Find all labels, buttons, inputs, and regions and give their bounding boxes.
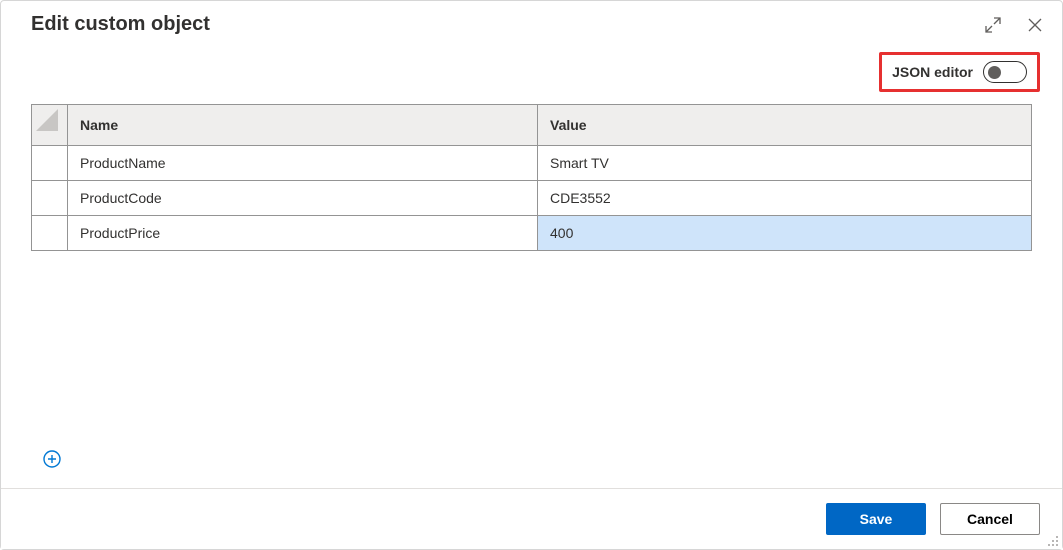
- cell-value[interactable]: CDE3552: [538, 181, 1032, 216]
- select-all-corner[interactable]: [32, 105, 68, 146]
- cancel-button[interactable]: Cancel: [940, 503, 1040, 535]
- dialog-header: Edit custom object: [1, 1, 1062, 44]
- dialog-footer: Save Cancel: [1, 488, 1062, 549]
- table-row: ProductCode CDE3552: [32, 181, 1032, 216]
- column-header-name[interactable]: Name: [68, 105, 538, 146]
- toggle-knob-icon: [988, 66, 1001, 79]
- json-editor-toggle-wrap: JSON editor: [879, 52, 1040, 92]
- add-row-button[interactable]: [43, 450, 63, 470]
- header-icon-group: [984, 16, 1044, 34]
- row-header[interactable]: [32, 146, 68, 181]
- save-button[interactable]: Save: [826, 503, 926, 535]
- content-area: Name Value ProductName Smart TV ProductC…: [1, 104, 1062, 488]
- expand-icon[interactable]: [984, 16, 1002, 34]
- json-editor-toggle[interactable]: [983, 61, 1027, 83]
- column-header-value[interactable]: Value: [538, 105, 1032, 146]
- row-header[interactable]: [32, 181, 68, 216]
- cell-name[interactable]: ProductName: [68, 146, 538, 181]
- cell-name[interactable]: ProductPrice: [68, 216, 538, 251]
- toolbar-row: JSON editor: [1, 44, 1062, 104]
- dialog-title: Edit custom object: [31, 13, 210, 36]
- json-editor-label: JSON editor: [892, 64, 973, 80]
- cell-value[interactable]: Smart TV: [538, 146, 1032, 181]
- edit-custom-object-dialog: Edit custom object JSON editor: [0, 0, 1063, 550]
- properties-table: Name Value ProductName Smart TV ProductC…: [31, 104, 1032, 251]
- table-row: ProductName Smart TV: [32, 146, 1032, 181]
- row-header[interactable]: [32, 216, 68, 251]
- close-icon[interactable]: [1026, 16, 1044, 34]
- table-row: ProductPrice 400: [32, 216, 1032, 251]
- cell-value[interactable]: 400: [538, 216, 1032, 251]
- corner-triangle-icon: [36, 109, 58, 131]
- cell-name[interactable]: ProductCode: [68, 181, 538, 216]
- resize-grip-icon[interactable]: [1047, 534, 1059, 546]
